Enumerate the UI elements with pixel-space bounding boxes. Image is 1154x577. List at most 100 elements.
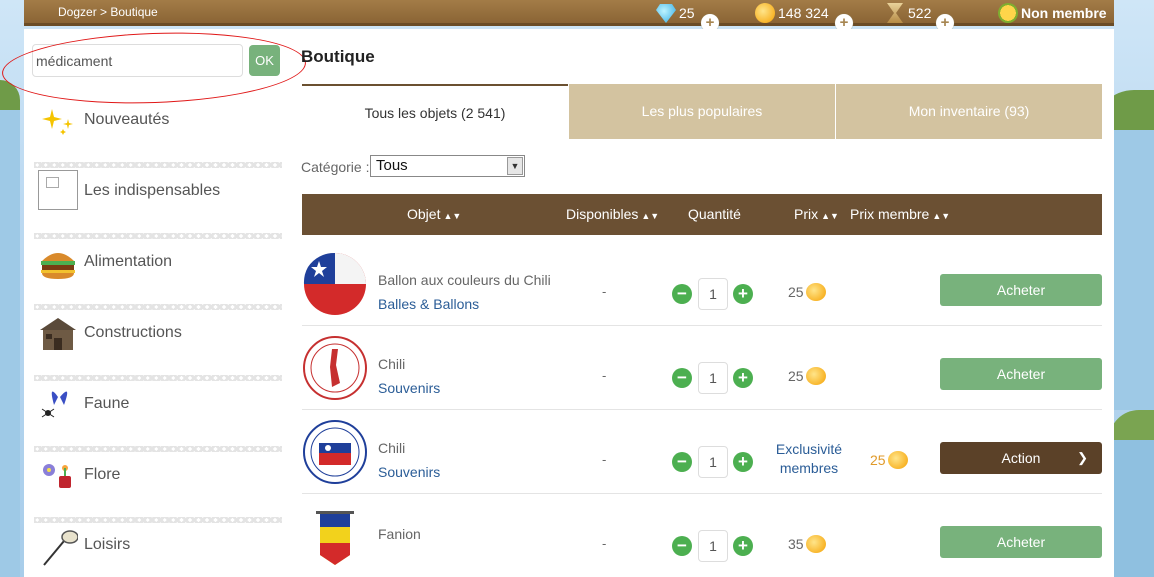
- member-exclusive-label: Exclusivité membres: [775, 441, 843, 476]
- sidebar-item-nouveautes[interactable]: Nouveautés: [34, 97, 282, 168]
- item-price: 25: [788, 367, 826, 385]
- background-hill-left: [0, 80, 20, 110]
- background-water-left: [0, 110, 20, 577]
- member-face-icon: [998, 3, 1018, 23]
- search-input[interactable]: [32, 44, 243, 77]
- action-dropdown-button[interactable]: Action ❯: [940, 442, 1102, 474]
- column-header-prix[interactable]: Prix ▲▼: [794, 206, 839, 222]
- item-price: 35: [788, 535, 826, 553]
- tab-all-items[interactable]: Tous les objets (2 541): [302, 84, 568, 139]
- decrease-quantity-button[interactable]: −: [672, 536, 692, 556]
- background-hill-right-lower: [1109, 410, 1154, 440]
- sidebar-item-label: Flore: [84, 466, 121, 483]
- diamond-counter: 25: [656, 3, 695, 23]
- increase-quantity-button[interactable]: +: [733, 452, 753, 472]
- column-header-disponibles[interactable]: Disponibles ▲▼: [566, 206, 659, 222]
- sidebar-item-label: Nouveautés: [84, 111, 170, 128]
- chile-ball-image: [303, 252, 366, 315]
- coin-icon: [755, 3, 775, 23]
- coin-icon: [805, 367, 826, 385]
- item-price: 25: [788, 283, 826, 301]
- sidebar-item-label: Faune: [84, 395, 130, 412]
- sort-icon: ▲▼: [641, 211, 660, 221]
- sidebar-item-label: Loisirs: [84, 536, 131, 553]
- cabin-icon: [40, 318, 76, 350]
- quantity-input[interactable]: 1: [698, 446, 728, 478]
- broken-image-icon: [38, 170, 78, 210]
- search-ok-button[interactable]: OK: [249, 45, 280, 76]
- buy-button[interactable]: Acheter: [940, 358, 1102, 390]
- table-row: Fanion - − 1 + 35 Acheter: [302, 494, 1102, 577]
- diamond-count: 25: [679, 5, 695, 21]
- quantity-input[interactable]: 1: [698, 278, 728, 310]
- coin-counter: 148 324: [755, 3, 829, 23]
- chile-seal-image: [303, 420, 367, 484]
- sidebar-item-faune[interactable]: Faune: [34, 381, 282, 452]
- burger-icon: [41, 253, 75, 279]
- item-name: Chili: [378, 356, 406, 372]
- column-header-objet[interactable]: Objet ▲▼: [407, 206, 461, 222]
- coin-icon: [887, 451, 908, 469]
- item-availability: -: [602, 368, 607, 383]
- quantity-input[interactable]: 1: [698, 530, 728, 562]
- top-bar: Dogzer > Boutique 25 + 148 324 + 522 + N…: [24, 0, 1114, 32]
- category-select[interactable]: Tous ▼: [370, 155, 525, 177]
- tab-popular[interactable]: Les plus populaires: [569, 84, 835, 139]
- table-row: Ballon aux couleurs du Chili Balles & Ba…: [302, 242, 1102, 326]
- sort-icon: ▲▼: [821, 211, 839, 221]
- table-row: Chili Souvenirs - − 1 + 25 Acheter: [302, 326, 1102, 410]
- membership-status[interactable]: Non membre: [998, 3, 1107, 23]
- table-header: Objet ▲▼ Disponibles ▲▼ Quantité Prix ▲▼ Pr…: [302, 194, 1102, 235]
- column-header-quantite: Quantité: [688, 206, 741, 222]
- sidebar-item-alimentation[interactable]: Alimentation: [34, 239, 282, 310]
- item-name: Chili: [378, 440, 406, 456]
- item-category-link[interactable]: Balles & Ballons: [378, 296, 479, 312]
- decrease-quantity-button[interactable]: −: [672, 452, 692, 472]
- hourglass-counter: 522: [885, 3, 931, 23]
- increase-quantity-button[interactable]: +: [733, 536, 753, 556]
- sidebar-item-indispensables[interactable]: Les indispensables: [34, 168, 282, 239]
- sidebar-item-label: Constructions: [84, 324, 182, 341]
- hourglass-count: 522: [908, 5, 932, 21]
- increase-quantity-button[interactable]: +: [733, 368, 753, 388]
- category-label: Catégorie :: [301, 159, 370, 175]
- column-header-prix-membre[interactable]: Prix membre ▲▼: [850, 206, 950, 222]
- chile-stamp-image: [303, 336, 367, 400]
- net-icon: [43, 530, 78, 566]
- item-availability: -: [602, 536, 607, 551]
- item-availability: -: [602, 452, 607, 467]
- sidebar-item-label: Les indispensables: [84, 182, 221, 199]
- table-row: Chili Souvenirs - − 1 + Exclusivité memb…: [302, 410, 1102, 494]
- buy-button[interactable]: Acheter: [940, 526, 1102, 558]
- coin-icon: [805, 283, 826, 301]
- quantity-input[interactable]: 1: [698, 362, 728, 394]
- diamond-icon: [656, 4, 676, 23]
- item-name: Fanion: [378, 526, 421, 542]
- item-category-link[interactable]: Souvenirs: [378, 464, 440, 480]
- chevron-down-icon: ▼: [507, 157, 523, 175]
- hourglass-icon: [887, 3, 903, 23]
- decrease-quantity-button[interactable]: −: [672, 284, 692, 304]
- decrease-quantity-button[interactable]: −: [672, 368, 692, 388]
- sort-icon: ▲▼: [932, 211, 951, 221]
- sidebar-item-label: Alimentation: [84, 253, 173, 270]
- member-price: 25: [870, 451, 908, 469]
- buy-button[interactable]: Acheter: [940, 274, 1102, 306]
- increase-quantity-button[interactable]: +: [733, 284, 753, 304]
- sidebar-item-flore[interactable]: Flore: [34, 452, 282, 523]
- page-title: Boutique: [301, 47, 375, 66]
- chevron-down-icon: ❯: [1077, 450, 1088, 465]
- breadcrumb[interactable]: Dogzer > Boutique: [58, 5, 158, 19]
- tab-inventory[interactable]: Mon inventaire (93): [836, 84, 1102, 139]
- sparkles-icon: [42, 109, 73, 135]
- sidebar-item-constructions[interactable]: Constructions: [34, 310, 282, 381]
- butterfly-icon: [41, 391, 68, 418]
- coin-count: 148 324: [778, 5, 829, 21]
- sidebar-item-loisirs[interactable]: Loisirs: [34, 523, 282, 577]
- sort-icon: ▲▼: [443, 211, 462, 221]
- coin-icon: [805, 535, 826, 553]
- item-availability: -: [602, 284, 607, 299]
- item-category-link[interactable]: Souvenirs: [378, 380, 440, 396]
- flower-icon: [43, 464, 71, 488]
- item-name: Ballon aux couleurs du Chili: [378, 272, 551, 288]
